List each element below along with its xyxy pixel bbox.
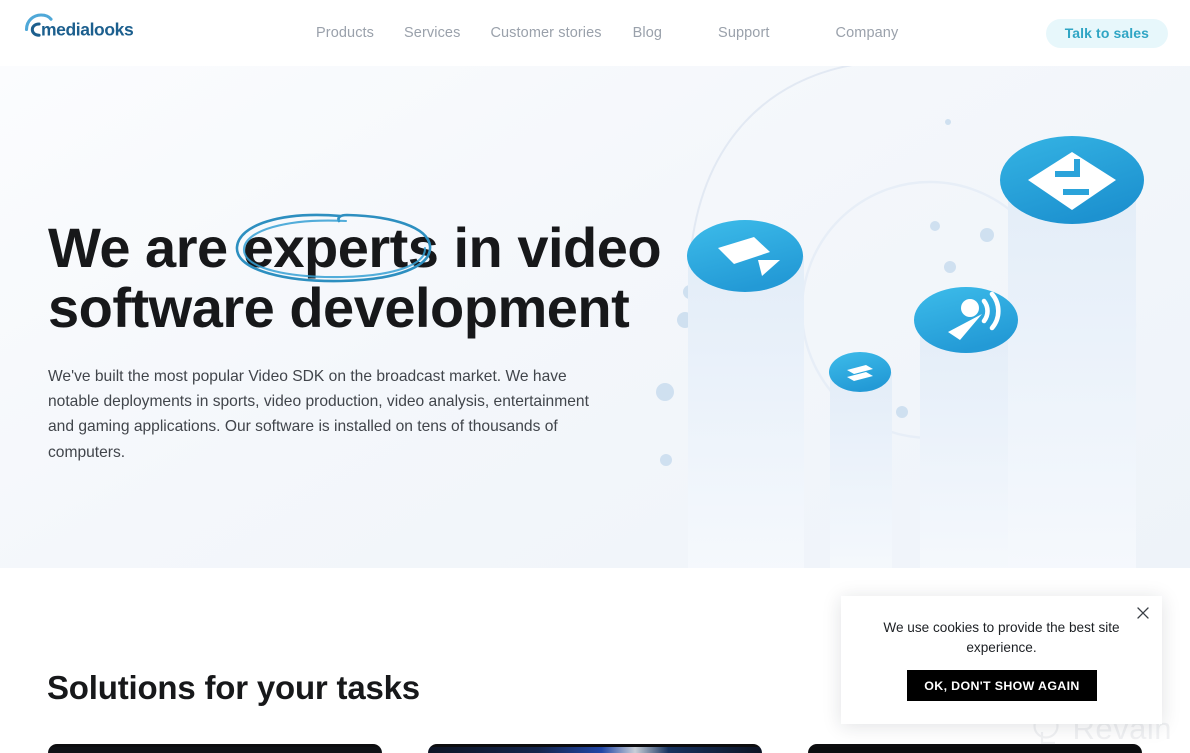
nav-item-products[interactable]: Products bbox=[316, 25, 374, 41]
solution-card-1[interactable] bbox=[48, 744, 382, 753]
broadcast-antenna-icon bbox=[914, 287, 1018, 353]
headline-part-2: in video bbox=[453, 216, 662, 279]
solution-card-3[interactable] bbox=[808, 744, 1142, 753]
cookie-banner: We use cookies to provide the best site … bbox=[841, 596, 1162, 724]
headline-highlight-experts: experts bbox=[235, 213, 439, 283]
nav-item-blog[interactable]: Blog bbox=[633, 25, 662, 41]
diamond-node-icon bbox=[1000, 136, 1144, 224]
site-header: medialooks Products Services Customer st… bbox=[0, 0, 1190, 66]
video-pillars-illustration bbox=[656, 66, 1144, 568]
card-preview bbox=[428, 747, 762, 753]
solution-card-2[interactable] bbox=[428, 744, 762, 753]
nav-item-customer-stories[interactable]: Customer stories bbox=[490, 25, 601, 41]
cookie-message: We use cookies to provide the best site … bbox=[883, 620, 1120, 656]
medialooks-arc-logo: medialooks bbox=[24, 13, 134, 40]
close-icon bbox=[1137, 607, 1149, 619]
talk-to-sales-button[interactable]: Talk to sales bbox=[1045, 19, 1168, 48]
main-navigation: Products Services Customer stories Blog … bbox=[300, 0, 898, 66]
svg-text:medialooks: medialooks bbox=[41, 20, 134, 40]
page-title: We are experts in video software develop… bbox=[48, 213, 662, 339]
card-preview bbox=[808, 747, 1142, 753]
nav-item-services[interactable]: Services bbox=[404, 25, 460, 41]
nav-item-support[interactable]: Support bbox=[718, 25, 770, 41]
hero-paragraph: We've built the most popular Video SDK o… bbox=[48, 367, 589, 461]
cookie-accept-button[interactable]: OK, DON'T SHOW AGAIN bbox=[907, 670, 1097, 701]
medialooks-logo[interactable]: medialooks bbox=[22, 13, 146, 43]
hero-section: We are experts in video software develop… bbox=[0, 66, 1190, 568]
video-camera-icon bbox=[687, 220, 803, 292]
cookie-close-button[interactable] bbox=[1133, 603, 1153, 623]
solutions-card-row bbox=[48, 744, 1190, 753]
headline-highlight-text: experts bbox=[242, 216, 439, 279]
headline-line-2: software development bbox=[48, 275, 630, 339]
card-preview bbox=[48, 747, 382, 753]
layers-stack-icon bbox=[829, 352, 891, 392]
solutions-title: Solutions for your tasks bbox=[47, 669, 420, 706]
headline-part-1: We are bbox=[48, 216, 228, 279]
nav-item-company[interactable]: Company bbox=[836, 25, 899, 41]
hero-copy: We are experts in video software develop… bbox=[48, 213, 662, 465]
